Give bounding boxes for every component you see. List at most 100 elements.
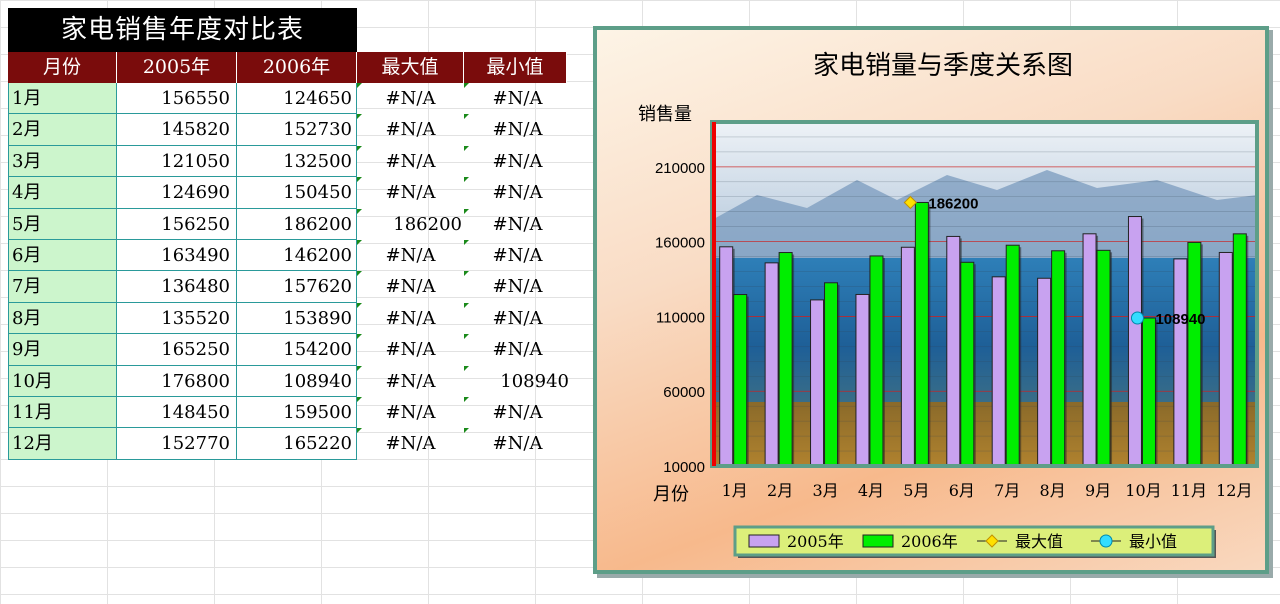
cell-month[interactable]: 12月 xyxy=(8,428,117,460)
cell-2006[interactable]: 152730 xyxy=(237,114,357,146)
cell-2005[interactable]: 135520 xyxy=(117,302,237,335)
cell-indicator-icon xyxy=(464,397,469,402)
cell-indicator-icon xyxy=(357,114,362,120)
cell-min[interactable]: #N/A xyxy=(464,83,571,114)
bar-2005[interactable] xyxy=(991,276,1006,467)
sheet-title: 家电销售年度对比表 xyxy=(8,8,357,52)
cell-2006[interactable]: 157620 xyxy=(237,271,357,303)
cell-min[interactable]: #N/A xyxy=(464,271,571,302)
cell-2005[interactable]: 145820 xyxy=(117,114,237,146)
cell-2006[interactable]: 153890 xyxy=(237,302,357,335)
cell-max[interactable]: #N/A xyxy=(357,114,464,145)
bar-2005[interactable] xyxy=(810,299,825,467)
cell-2006[interactable]: 124650 xyxy=(237,83,357,115)
header-min[interactable]: 最小值 xyxy=(464,52,567,83)
cell-2005[interactable]: 156250 xyxy=(117,208,237,240)
cell-month[interactable]: 11月 xyxy=(8,397,117,429)
min-marker-icon[interactable] xyxy=(1130,311,1144,325)
bar-2005[interactable] xyxy=(900,246,915,467)
bar-2006[interactable] xyxy=(1141,317,1156,467)
cell-min[interactable]: #N/A xyxy=(464,208,571,240)
cell-month[interactable]: 10月 xyxy=(8,365,117,397)
legend[interactable]: 2005年 2006年 最大值 最小值 xyxy=(733,525,1216,558)
cell-month[interactable]: 3月 xyxy=(8,145,117,178)
cell-max[interactable]: #N/A xyxy=(357,145,464,177)
cell-min[interactable]: #N/A xyxy=(464,177,571,208)
cell-month[interactable]: 6月 xyxy=(8,240,117,272)
cell-2005[interactable]: 136480 xyxy=(117,271,237,303)
bar-2005[interactable] xyxy=(855,293,870,467)
bar-2006[interactable] xyxy=(960,261,975,467)
header-month[interactable]: 月份 xyxy=(8,52,117,83)
header-2005[interactable]: 2005年 xyxy=(117,52,237,83)
x-tick-label: 6月 xyxy=(949,481,975,500)
bar-2005[interactable] xyxy=(1173,258,1188,467)
bar-2006[interactable] xyxy=(1005,244,1020,467)
cell-2006[interactable]: 165220 xyxy=(237,428,357,460)
cell-min[interactable]: #N/A xyxy=(464,428,571,459)
bar-2006[interactable] xyxy=(914,201,929,467)
cell-2006[interactable]: 150450 xyxy=(237,177,357,209)
bar-2005[interactable] xyxy=(719,246,734,467)
bar-2005[interactable] xyxy=(764,262,779,467)
cell-2005[interactable]: 165250 xyxy=(117,334,237,366)
bar-2006[interactable] xyxy=(869,255,884,467)
bar-2006[interactable] xyxy=(1232,233,1247,467)
cell-2005[interactable]: 121050 xyxy=(117,145,237,178)
cell-month[interactable]: 2月 xyxy=(8,114,117,146)
cell-2005[interactable]: 163490 xyxy=(117,240,237,272)
cell-2005[interactable]: 148450 xyxy=(117,397,237,429)
bar-2006[interactable] xyxy=(778,252,793,467)
bar-2006[interactable] xyxy=(1096,249,1111,467)
bar-2006[interactable] xyxy=(1187,241,1202,467)
cell-2005[interactable]: 156550 xyxy=(117,83,237,115)
cell-max[interactable]: #N/A xyxy=(357,397,464,428)
cell-min[interactable]: #N/A xyxy=(464,397,571,428)
header-2006[interactable]: 2006年 xyxy=(237,52,357,83)
cell-min[interactable]: #N/A xyxy=(464,114,571,145)
bar-2005[interactable] xyxy=(1037,277,1052,467)
bar-2005[interactable] xyxy=(1082,233,1097,467)
cell-min[interactable]: #N/A xyxy=(464,302,571,334)
header-max[interactable]: 最大值 xyxy=(357,52,464,83)
bar-2005[interactable] xyxy=(946,235,961,467)
cell-2005[interactable]: 176800 xyxy=(117,365,237,397)
cell-month[interactable]: 4月 xyxy=(8,177,117,209)
bar-2006[interactable] xyxy=(824,282,839,467)
cell-2006[interactable]: 108940 xyxy=(237,365,357,397)
legend-label[interactable]: 2005年 xyxy=(787,532,844,551)
cell-2006[interactable]: 186200 xyxy=(237,208,357,240)
bar-2005[interactable] xyxy=(1218,251,1233,467)
legend-label[interactable]: 最大值 xyxy=(1015,532,1063,551)
cell-2006[interactable]: 132500 xyxy=(237,145,357,178)
cell-month[interactable]: 7月 xyxy=(8,271,117,303)
cell-max[interactable]: #N/A xyxy=(357,365,464,397)
cell-max[interactable]: #N/A xyxy=(357,302,464,334)
cell-min[interactable]: #N/A xyxy=(464,240,571,271)
cell-max[interactable]: #N/A xyxy=(357,334,464,365)
cell-month[interactable]: 9月 xyxy=(8,334,117,366)
legend-label[interactable]: 最小值 xyxy=(1129,532,1177,551)
bar-2005[interactable] xyxy=(1127,216,1142,467)
cell-2006[interactable]: 154200 xyxy=(237,334,357,366)
cell-max[interactable]: #N/A xyxy=(357,240,464,271)
chart-panel[interactable]: 家电销量与季度关系图 销售量 月份 186200 108940 10000 6000… xyxy=(593,26,1269,574)
legend-label[interactable]: 2006年 xyxy=(901,532,958,551)
bar-2006[interactable] xyxy=(733,294,748,467)
cell-max[interactable]: #N/A xyxy=(357,428,464,459)
cell-max[interactable]: #N/A xyxy=(357,83,464,114)
cell-min[interactable]: 108940 xyxy=(464,365,571,397)
cell-max[interactable]: #N/A xyxy=(357,271,464,302)
cell-2005[interactable]: 124690 xyxy=(117,177,237,209)
bar-2006[interactable] xyxy=(1051,250,1066,467)
cell-month[interactable]: 8月 xyxy=(8,302,117,335)
cell-month[interactable]: 5月 xyxy=(8,208,117,240)
cell-2006[interactable]: 159500 xyxy=(237,397,357,429)
cell-min[interactable]: #N/A xyxy=(464,334,571,365)
cell-month[interactable]: 1月 xyxy=(8,83,117,115)
cell-2006[interactable]: 146200 xyxy=(237,240,357,272)
cell-max[interactable]: 186200 xyxy=(357,208,464,240)
cell-max[interactable]: #N/A xyxy=(357,177,464,208)
cell-min[interactable]: #N/A xyxy=(464,145,571,177)
cell-2005[interactable]: 152770 xyxy=(117,428,237,460)
